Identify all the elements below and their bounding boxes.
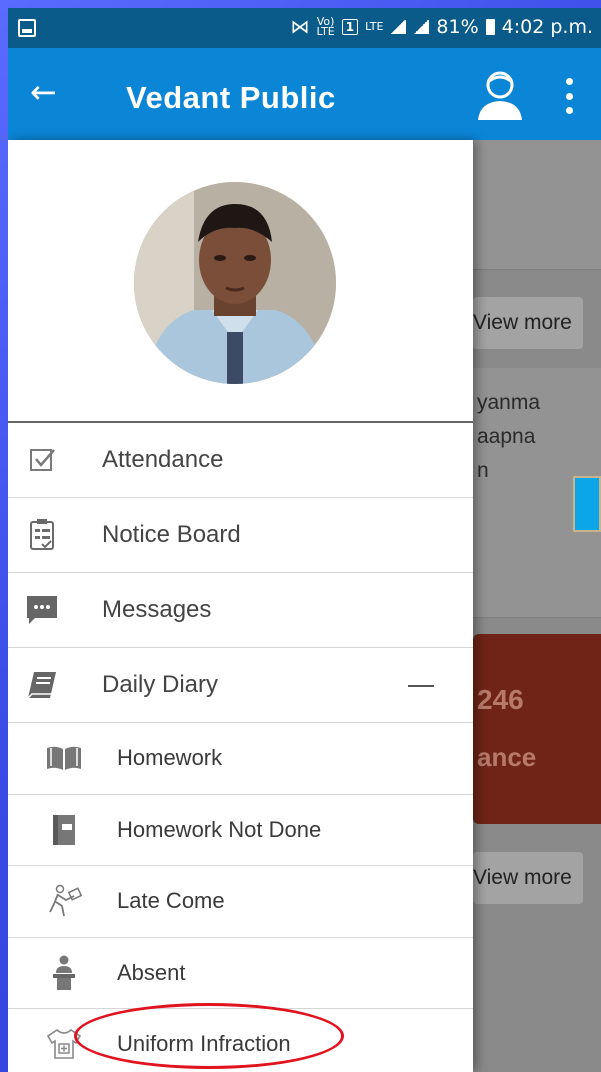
- submenu-item-label: Homework: [117, 745, 223, 771]
- view-more-button: View more: [473, 852, 583, 904]
- highlight-ellipse: [74, 1003, 344, 1069]
- checkbox-icon: [22, 440, 62, 480]
- menu-item-notice-board[interactable]: Notice Board: [8, 498, 473, 573]
- background-card: yanma aapna n: [473, 368, 601, 618]
- submenu-item-homework-not-done[interactable]: Homework Not Done: [8, 795, 473, 866]
- notebook-icon: [44, 810, 84, 850]
- battery-icon: [485, 19, 495, 35]
- app-title: Vedant Public: [126, 80, 336, 115]
- user-profile-icon[interactable]: [476, 70, 524, 120]
- background-text: n: [477, 459, 489, 482]
- app-bar: ← Vedant Public: [8, 48, 601, 140]
- volte-lte-text: LTE: [316, 25, 335, 38]
- book-icon: [22, 665, 62, 705]
- submenu-item-homework[interactable]: Homework: [8, 723, 473, 795]
- signal-icon: [390, 20, 407, 34]
- chat-icon: [22, 590, 62, 630]
- submenu-item-label: Late Come: [117, 888, 225, 914]
- arrow-left-icon[interactable]: ←: [30, 76, 57, 108]
- sim-indicator: 1: [341, 19, 359, 35]
- more-vert-icon[interactable]: [563, 78, 575, 114]
- background-card-number: 246: [477, 684, 524, 715]
- collapse-icon[interactable]: [408, 685, 434, 687]
- menu-item-label: Daily Diary: [102, 671, 219, 698]
- person-desk-icon: [44, 953, 84, 993]
- background-text: aapna: [477, 425, 536, 448]
- phone-screen: ⋈ Vo) LTE 1 LTE 81% 4:02 p.m. ← Vedant P…: [8, 8, 601, 1072]
- menu-item-daily-diary[interactable]: Daily Diary: [8, 648, 473, 723]
- checklist-icon: [22, 515, 62, 555]
- menu-item-label: Messages: [102, 596, 212, 623]
- avatar[interactable]: [134, 182, 336, 384]
- view-more-button: View more: [473, 297, 583, 349]
- submenu-item-late-come[interactable]: Late Come: [8, 866, 473, 938]
- running-person-icon: [44, 881, 84, 921]
- submenu-item-absent[interactable]: Absent: [8, 938, 473, 1009]
- menu-item-messages[interactable]: Messages: [8, 573, 473, 648]
- mute-icon: ⋈: [290, 16, 310, 38]
- background-blue-block: [573, 476, 601, 532]
- screenshot-notification-icon: [18, 19, 36, 37]
- lte-indicator: LTE: [365, 20, 384, 33]
- background-content: View more yanma aapna n 246 ance View mo…: [473, 140, 601, 1072]
- background-red-card: 246 ance: [473, 634, 601, 824]
- background-card: [473, 140, 601, 270]
- clock: 4:02 p.m.: [501, 16, 593, 38]
- menu-item-label: Attendance: [102, 446, 224, 473]
- menu-item-label: Notice Board: [102, 521, 241, 548]
- submenu-item-label: Absent: [117, 959, 186, 985]
- submenu-item-label: Homework Not Done: [117, 816, 322, 842]
- open-book-icon: [44, 738, 84, 778]
- drawer-menu: Attendance Notice Board Messages Daily D…: [8, 423, 473, 1072]
- navigation-drawer: Attendance Notice Board Messages Daily D…: [8, 140, 473, 1072]
- volte-indicator: Vo) LTE: [316, 16, 335, 38]
- menu-item-attendance[interactable]: Attendance: [8, 423, 473, 498]
- signal-strength-icon: [413, 20, 430, 34]
- background-card-label: ance: [477, 742, 537, 772]
- status-bar: ⋈ Vo) LTE 1 LTE 81% 4:02 p.m.: [8, 8, 601, 48]
- battery-percent: 81%: [436, 16, 479, 38]
- background-text: yanma: [477, 391, 541, 414]
